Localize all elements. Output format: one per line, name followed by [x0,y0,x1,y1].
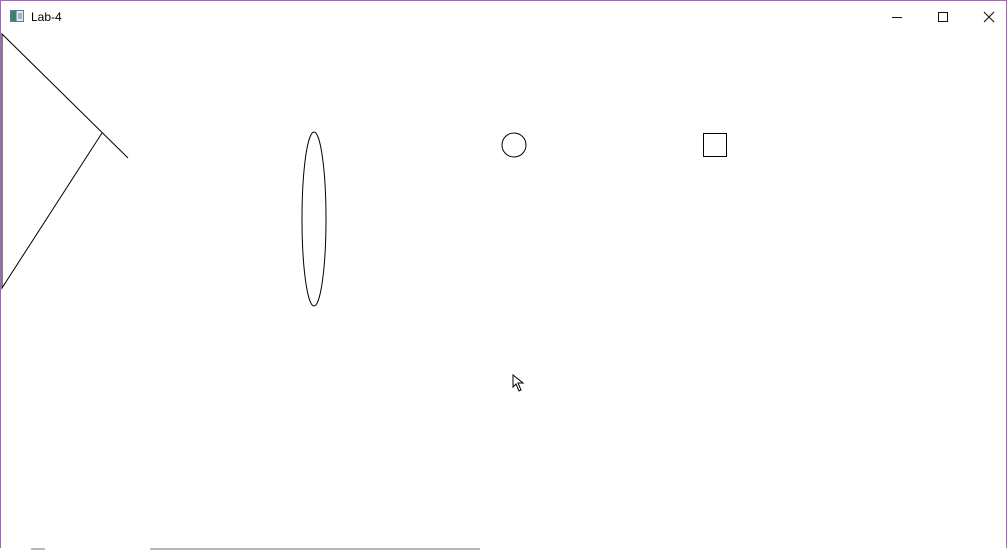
background-mark-2 [150,548,480,550]
ellipse-shape [301,131,327,307]
drawing-canvas[interactable] [1,32,1006,548]
minimize-icon [892,16,902,18]
window-title: Lab-4 [31,10,62,24]
app-window-icon [10,10,24,22]
shapes-canvas [1,32,727,307]
application-window: Lab-4 [0,0,1007,549]
title-bar[interactable]: Lab-4 [1,1,1006,32]
triangle-line-shape [1,32,129,290]
cursor-icon [512,374,525,392]
circle-shape [501,132,527,158]
minimize-button[interactable] [874,1,920,32]
close-icon [983,11,995,22]
square-shape [703,133,727,157]
maximize-icon [938,11,948,22]
close-button[interactable] [966,1,1006,32]
maximize-button[interactable] [920,1,966,32]
background-mark-1 [31,548,45,550]
